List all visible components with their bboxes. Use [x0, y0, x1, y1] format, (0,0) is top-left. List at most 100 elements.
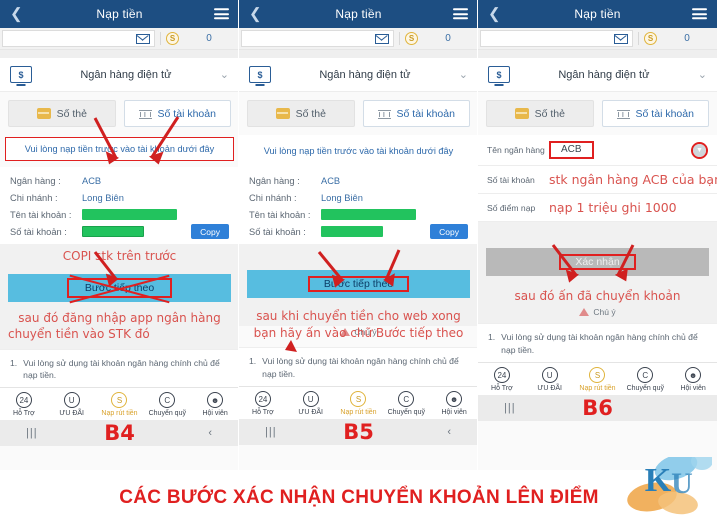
note-list-1: 1. Vui lòng sử dụng tài khoản ngân hàng …	[0, 348, 238, 388]
bottom-nav-3: 24 Hỗ Trợ U ƯU ĐÃI S Nạp rút tiền C Chuy…	[478, 362, 717, 396]
confirm-button-3[interactable]: Xác nhận	[486, 248, 709, 276]
caption-text: CÁC BƯỚC XÁC NHẬN CHUYỂN KHOẢN LÊN ĐIỂM	[119, 486, 599, 508]
recent-apps-icon[interactable]: |||	[504, 402, 516, 414]
payment-method-row-1[interactable]: $ Ngân hàng điện tử ⌄	[0, 58, 238, 92]
nav-item-deposit[interactable]: S Nạp rút tiền	[574, 367, 622, 392]
balance-amount: 0	[684, 33, 690, 44]
tab-label: Số thẻ	[56, 107, 87, 120]
recent-apps-icon[interactable]: |||	[26, 427, 38, 439]
tab-label: Số tài khoản	[157, 107, 216, 120]
nav-label: Hội viên	[441, 409, 467, 417]
nav-label: Nạp rút tiền	[101, 410, 138, 418]
annotation-account-number: stk ngân hàng ACB của bạn	[549, 172, 717, 187]
nav-item-transfer[interactable]: C Chuyển quỹ	[382, 391, 430, 416]
deposit-dollar-icon: S	[350, 391, 367, 408]
annotation-zone-1: sau đó đăng nhập app ngân hàng chuyển ti…	[0, 310, 238, 349]
nav-item-support[interactable]: 24 Hỗ Trợ	[239, 391, 287, 416]
tab-account-number-3[interactable]: Số tài khoản	[601, 100, 709, 127]
member-person-icon: ☻	[207, 392, 224, 409]
tab-account-number-2[interactable]: Số tài khoản	[362, 100, 470, 127]
row-key: Chi nhánh :	[249, 192, 297, 203]
nav-label: ƯU ĐÃI	[298, 409, 324, 417]
recent-apps-icon[interactable]: |||	[265, 426, 277, 438]
message-field[interactable]	[2, 30, 155, 47]
nav-item-support[interactable]: 24 Hỗ Trợ	[0, 392, 48, 417]
nav-item-promotion[interactable]: U ƯU ĐÃI	[526, 367, 574, 392]
next-step-button-2[interactable]: Bước tiếp theo	[247, 270, 470, 298]
form-row-account-number[interactable]: Số tài khoản stk ngân hàng ACB của bạn	[478, 166, 717, 194]
chevron-down-icon[interactable]: ⌄	[459, 68, 468, 81]
panels-container: ❮ Nạp tiền S 0 $ Ngân hàng điện tử ⌄ Số …	[0, 0, 718, 470]
tabs-row-3: Số thẻ Số tài khoản	[478, 92, 717, 135]
note-number: 1.	[488, 332, 496, 343]
android-back-icon[interactable]: ‹	[208, 427, 213, 439]
dropdown-highlight[interactable]: ▼	[691, 141, 708, 159]
hamburger-icon[interactable]	[453, 6, 468, 22]
tab-card-number-3[interactable]: Số thẻ	[486, 100, 594, 127]
next-step-button-1[interactable]: Bước tiếp theo	[8, 274, 231, 303]
chevron-left-icon[interactable]: ❮	[249, 7, 262, 22]
support-24-icon: 24	[493, 367, 510, 384]
tab-card-number-1[interactable]: Số thẻ	[8, 100, 116, 127]
copy-button-1[interactable]: Copy	[191, 224, 229, 239]
credit-card-icon	[275, 108, 290, 119]
envelope-icon[interactable]	[375, 33, 389, 44]
action-gap-3	[478, 222, 717, 244]
chevron-down-icon[interactable]: ⌄	[698, 68, 707, 81]
form-row-bank-name[interactable]: Tên ngân hàng ACB ▼	[478, 135, 717, 166]
nav-item-member[interactable]: ☻ Hội viên	[669, 367, 717, 392]
balance-amount: 0	[445, 33, 451, 44]
step-label: B6	[582, 396, 613, 421]
payment-method-label: Ngân hàng điện tử	[558, 68, 650, 81]
nav-item-promotion[interactable]: U ƯU ĐÃI	[48, 392, 96, 417]
android-system-bar-1: ||| B4 ‹	[0, 420, 238, 447]
tab-card-number-2[interactable]: Số thẻ	[247, 100, 355, 127]
app-header-1: ❮ Nạp tiền	[0, 0, 238, 28]
hamburger-icon[interactable]	[692, 6, 707, 22]
step-label: B5	[343, 420, 374, 445]
deposit-notice-1: Vui lòng nạp tiền trước vào tài khoản dư…	[5, 137, 234, 161]
row-value: Long Biên	[82, 192, 124, 203]
annotation-login-app: sau đó đăng nhập app ngân hàng	[18, 311, 221, 326]
list-item: 1. Vui lòng sử dụng tài khoản ngân hàng …	[249, 355, 468, 380]
chevron-down-icon[interactable]: ⌄	[220, 68, 229, 81]
svg-text:K: K	[645, 462, 672, 499]
hamburger-icon[interactable]	[214, 6, 229, 22]
payment-method-row-2[interactable]: $ Ngân hàng điện tử ⌄	[239, 58, 477, 92]
chevron-down-icon: ▼	[693, 143, 706, 157]
table-row: Số tài khoản : Copy	[249, 223, 468, 240]
message-field[interactable]	[480, 30, 633, 47]
nav-item-member[interactable]: ☻ Hội viên	[430, 391, 477, 417]
nav-item-transfer[interactable]: C Chuyển quỹ	[143, 392, 191, 417]
form-row-deposit-points[interactable]: Số điểm nạp nạp 1 triệu ghi 1000	[478, 194, 717, 222]
chevron-left-icon[interactable]: ❮	[488, 7, 501, 22]
nav-item-promotion[interactable]: U ƯU ĐÃI	[287, 391, 335, 416]
android-back-icon[interactable]: ‹	[447, 426, 452, 438]
tab-account-number-1[interactable]: Số tài khoản	[123, 100, 231, 127]
panel-step-b5: ❮ Nạp tiền S 0 $ Ngân hàng điện tử ⌄ Số …	[239, 0, 478, 470]
table-row: Ngân hàng : ACB	[10, 172, 229, 189]
nav-label: Hỗ Trợ	[252, 409, 274, 417]
nav-item-member[interactable]: ☻ Hội viên	[191, 392, 238, 418]
copy-button-2[interactable]: Copy	[430, 224, 468, 239]
divider	[638, 32, 639, 45]
nav-item-transfer[interactable]: C Chuyển quỹ	[621, 367, 669, 392]
android-system-bar-3: ||| B6 ‹	[478, 395, 717, 422]
nav-item-deposit[interactable]: S Nạp rút tiền	[335, 391, 383, 416]
message-field[interactable]	[241, 30, 394, 47]
bottom-nav-1: 24 Hỗ Trợ U ƯU ĐÃI S Nạp rút tiền C Chuy…	[0, 387, 238, 421]
envelope-icon[interactable]	[614, 33, 628, 44]
annotation-press-next: bạn hãy ấn vào chữ Bước tiếp theo	[253, 326, 464, 341]
promo-u-icon: U	[541, 367, 558, 384]
envelope-icon[interactable]	[136, 33, 150, 44]
balance-bar-1: S 0	[0, 28, 238, 50]
tab-label: Số thẻ	[534, 107, 565, 120]
redacted-account-number	[82, 226, 144, 237]
payment-method-row-3[interactable]: $ Ngân hàng điện tử ⌄	[478, 58, 717, 92]
nav-item-deposit[interactable]: S Nạp rút tiền	[96, 392, 144, 417]
chevron-left-icon[interactable]: ❮	[10, 7, 23, 22]
payment-method-label: Ngân hàng điện tử	[319, 68, 411, 81]
nav-label: Hội viên	[202, 410, 228, 418]
coin-dollar-icon: S	[166, 32, 179, 45]
nav-item-support[interactable]: 24 Hỗ Trợ	[478, 367, 526, 392]
